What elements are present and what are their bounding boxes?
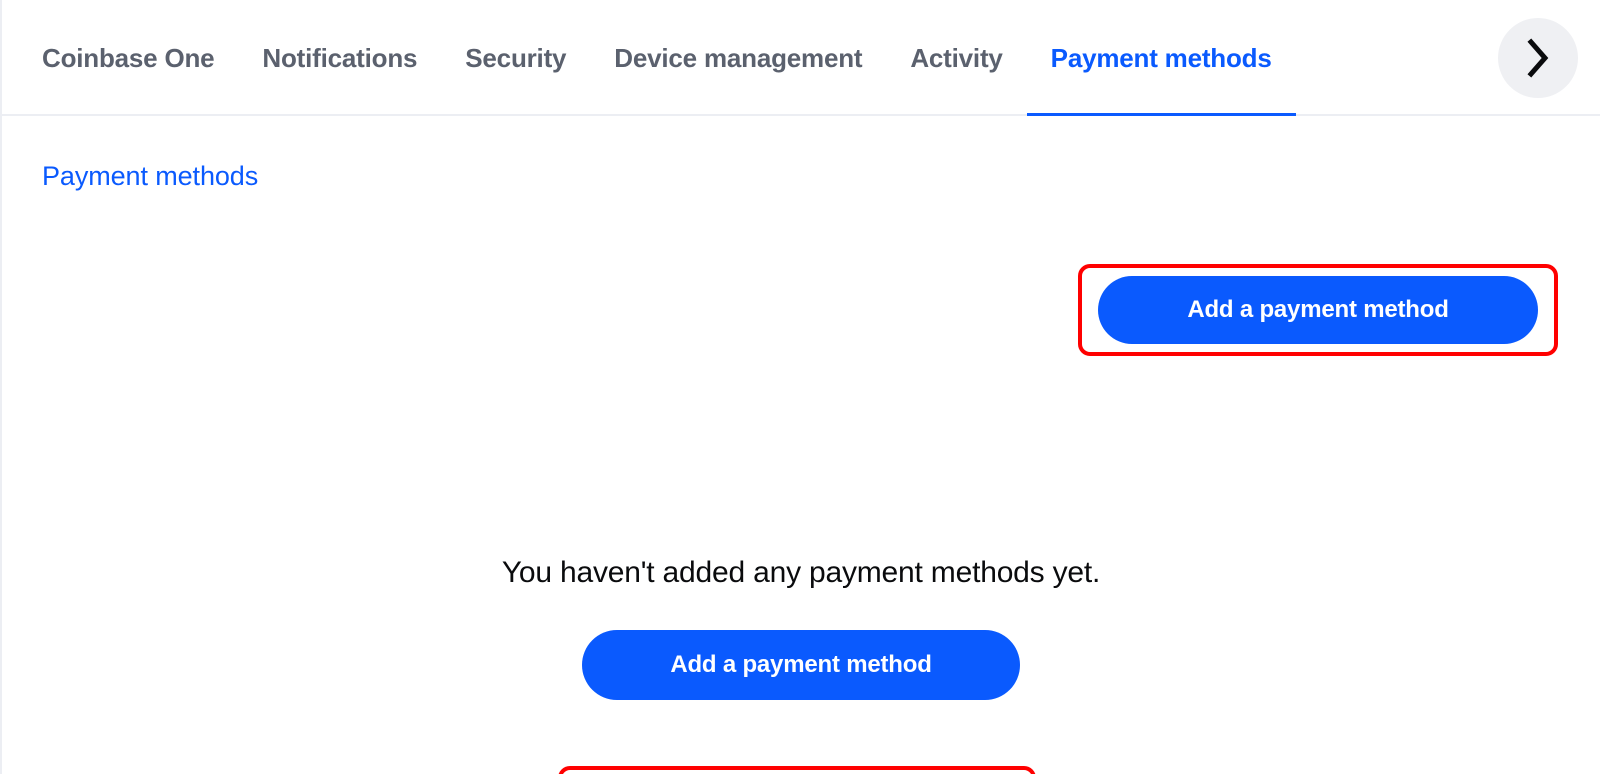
page-header: Payment methods: [2, 116, 1600, 236]
add-payment-method-button-empty-state[interactable]: Add a payment method: [582, 630, 1020, 700]
empty-state-message: You haven't added any payment methods ye…: [501, 556, 1101, 589]
settings-tabbar: Coinbase One Notifications Security Devi…: [2, 0, 1600, 116]
add-payment-method-button-top[interactable]: Add a payment method: [1098, 276, 1538, 344]
chevron-right-icon: [1525, 38, 1551, 78]
tab-payment-methods[interactable]: Payment methods: [1026, 0, 1296, 116]
payment-methods-panel: Payment methods Add a payment method You…: [2, 116, 1600, 774]
tab-security[interactable]: Security: [441, 0, 590, 116]
tab-scroll-next-button[interactable]: [1498, 18, 1578, 98]
page-title: Payment methods: [42, 160, 259, 191]
tab-notifications[interactable]: Notifications: [238, 0, 441, 116]
tab-strip[interactable]: Coinbase One Notifications Security Devi…: [2, 0, 1600, 116]
tab-label: Coinbase One: [42, 42, 215, 73]
tab-label: Device management: [614, 42, 863, 73]
empty-state: You haven't added any payment methods ye…: [2, 556, 1600, 700]
tab-device-management[interactable]: Device management: [590, 0, 886, 116]
tab-coinbase-one[interactable]: Coinbase One: [42, 0, 238, 116]
tab-label: Notifications: [262, 42, 418, 73]
tab-label: Activity: [910, 42, 1003, 73]
add-payment-method-top-wrapper: Add a payment method: [1098, 276, 1538, 344]
tab-label: Payment methods: [1050, 42, 1272, 73]
highlight-box-empty-state-button: [558, 766, 1036, 774]
tab-activity[interactable]: Activity: [886, 0, 1026, 116]
settings-page: Coinbase One Notifications Security Devi…: [0, 0, 1600, 774]
tab-label: Security: [465, 42, 567, 73]
